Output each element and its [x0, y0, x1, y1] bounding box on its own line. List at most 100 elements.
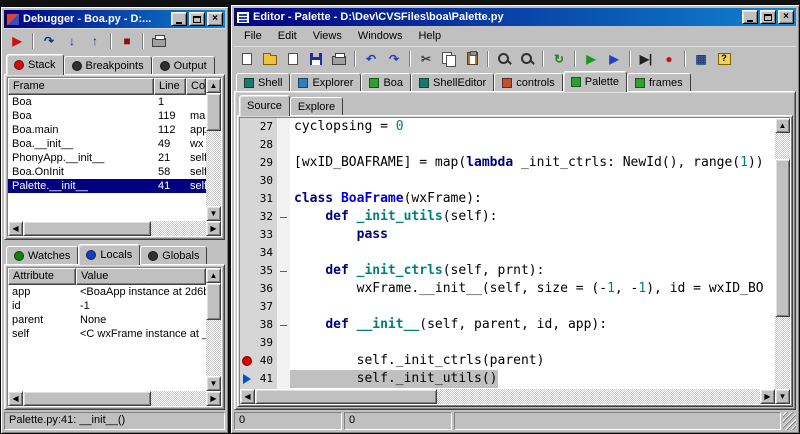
stack-hscrollbar-left-button[interactable]: ◀ [8, 221, 23, 236]
column-header-attribute[interactable]: Attribute [8, 268, 76, 285]
tab-watches[interactable]: Watches [6, 246, 78, 264]
marker-margin[interactable] [240, 208, 253, 226]
save-button[interactable] [305, 49, 327, 69]
tab-shell[interactable]: Shell [236, 73, 290, 91]
marker-margin[interactable] [240, 370, 253, 388]
tab-controls[interactable]: controls [494, 73, 563, 91]
code-line[interactable]: 31class BoaFrame(wxFrame): [240, 190, 775, 208]
run-app-button[interactable]: ▶ [603, 49, 625, 69]
locals-row[interactable]: self<C wxFrame instance at _2d9 [8, 327, 206, 341]
marker-margin[interactable] [240, 190, 253, 208]
editor-close-button[interactable]: × [778, 10, 794, 24]
debug-button[interactable]: ● [658, 49, 680, 69]
stop-button[interactable]: ■ [116, 31, 138, 51]
stack-row[interactable]: Boa.OnInit58self [8, 165, 206, 179]
locals-hscrollbar-thumb[interactable] [23, 391, 151, 406]
copy-button[interactable] [438, 49, 460, 69]
marker-margin[interactable] [240, 280, 253, 298]
fold-margin[interactable] [277, 190, 290, 208]
fold-margin[interactable] [277, 244, 290, 262]
locals-rows[interactable]: app<BoaApp instance at 2d6b49id-1parentN… [8, 285, 206, 391]
menu-windows[interactable]: Windows [350, 28, 411, 44]
code-line[interactable]: 30 [240, 172, 775, 190]
marker-margin[interactable] [240, 316, 253, 334]
fold-margin[interactable] [277, 370, 290, 388]
paste-button[interactable] [461, 49, 483, 69]
marker-margin[interactable] [240, 334, 253, 352]
tab-explore[interactable]: Explore [290, 97, 343, 115]
locals-row[interactable]: parentNone [8, 313, 206, 327]
undo-button[interactable]: ↶ [360, 49, 382, 69]
marker-margin[interactable] [240, 154, 253, 172]
locals-vscrollbar-track[interactable] [206, 283, 221, 376]
code-line[interactable]: 27cyclopsing = 0 [240, 118, 775, 136]
fold-marker-icon[interactable] [280, 217, 287, 218]
step-over-button[interactable]: ↷ [38, 31, 60, 51]
editor-minimize-button[interactable] [742, 10, 758, 24]
tab-palette[interactable]: Palette [563, 71, 627, 92]
stack-vscrollbar-thumb[interactable] [206, 93, 221, 131]
resize-grip[interactable] [783, 412, 796, 430]
fold-margin[interactable] [277, 352, 290, 370]
find-again-button[interactable] [516, 49, 538, 69]
fold-margin[interactable] [277, 226, 290, 244]
column-header-co[interactable]: Co [186, 78, 206, 95]
code-line[interactable]: 34 [240, 244, 775, 262]
compile-check-button[interactable]: ▦ [690, 49, 712, 69]
locals-row[interactable]: app<BoaApp instance at 2d6b49 [8, 285, 206, 299]
marker-margin[interactable] [240, 136, 253, 154]
tab-stack[interactable]: Stack [6, 54, 64, 75]
tab-explorer[interactable]: Explorer [290, 73, 361, 91]
breakpoint-icon[interactable] [242, 356, 252, 366]
continue-button[interactable]: ▶ [6, 31, 28, 51]
code-line[interactable]: 32 def _init_utils(self): [240, 208, 775, 226]
locals-hscrollbar[interactable]: ◀▶ [8, 391, 221, 406]
debugger-minimize-button[interactable] [171, 12, 187, 26]
locals-vscrollbar-up-button[interactable]: ▲ [206, 268, 221, 283]
marker-margin[interactable] [240, 118, 253, 136]
fold-margin[interactable] [277, 280, 290, 298]
print-button[interactable] [148, 31, 170, 51]
open-button[interactable] [259, 49, 281, 69]
fold-marker-icon[interactable] [280, 325, 287, 326]
editor-hscrollbar-left-button[interactable]: ◀ [240, 389, 255, 404]
marker-margin[interactable] [240, 172, 253, 190]
locals-hscrollbar-right-button[interactable]: ▶ [206, 391, 221, 406]
tab-frames[interactable]: frames [627, 73, 691, 91]
step-in-button[interactable]: ↓ [61, 31, 83, 51]
stack-hscrollbar-track[interactable] [23, 221, 206, 236]
editor-vscrollbar-down-button[interactable]: ▼ [775, 389, 790, 404]
stack-hscrollbar[interactable]: ◀▶ [8, 221, 221, 236]
stack-hscrollbar-right-button[interactable]: ▶ [206, 221, 221, 236]
print-button[interactable] [328, 49, 350, 69]
stack-row[interactable]: Boa1 [8, 95, 206, 109]
editor-vscrollbar[interactable]: ▲▼ [775, 118, 790, 404]
editor-titlebar[interactable]: Editor - Palette - D:\Dev\CVSFiles\boa\P… [234, 8, 796, 26]
editor-vscrollbar-up-button[interactable]: ▲ [775, 118, 790, 133]
redo-button[interactable]: ↷ [383, 49, 405, 69]
fold-margin[interactable] [277, 136, 290, 154]
code-line[interactable]: 38 def __init__(self, parent, id, app): [240, 316, 775, 334]
new-button[interactable] [236, 49, 258, 69]
locals-hscrollbar-left-button[interactable]: ◀ [8, 391, 23, 406]
editor-vscrollbar-track[interactable] [775, 133, 790, 389]
tab-source[interactable]: Source [239, 95, 290, 116]
run-module-button[interactable]: ▶ [580, 49, 602, 69]
code-line[interactable]: 29[wxID_BOAFRAME] = map(lambda _init_ctr… [240, 154, 775, 172]
locals-vscrollbar-thumb[interactable] [206, 283, 221, 320]
editor-hscrollbar-thumb[interactable] [255, 389, 437, 404]
locals-hscrollbar-track[interactable] [23, 391, 206, 406]
fold-margin[interactable] [277, 118, 290, 136]
tab-output[interactable]: Output [152, 56, 215, 74]
fold-margin[interactable] [277, 262, 290, 280]
code-line[interactable]: 41 self._init_utils() [240, 370, 775, 388]
help-button[interactable]: ? [713, 49, 735, 69]
code-line[interactable]: 28 [240, 136, 775, 154]
editor-hscrollbar[interactable]: ◀▶ [240, 389, 775, 404]
column-header-frame[interactable]: Frame [8, 78, 154, 95]
stack-row[interactable]: Palette.__init__41self [8, 179, 206, 193]
stack-row[interactable]: PhonyApp.__init__21self [8, 151, 206, 165]
code-line[interactable]: 35 def _init_ctrls(self, prnt): [240, 262, 775, 280]
reload-button[interactable]: ↻ [548, 49, 570, 69]
debugger-titlebar[interactable]: Debugger - Boa.py - D:... × [4, 10, 225, 28]
